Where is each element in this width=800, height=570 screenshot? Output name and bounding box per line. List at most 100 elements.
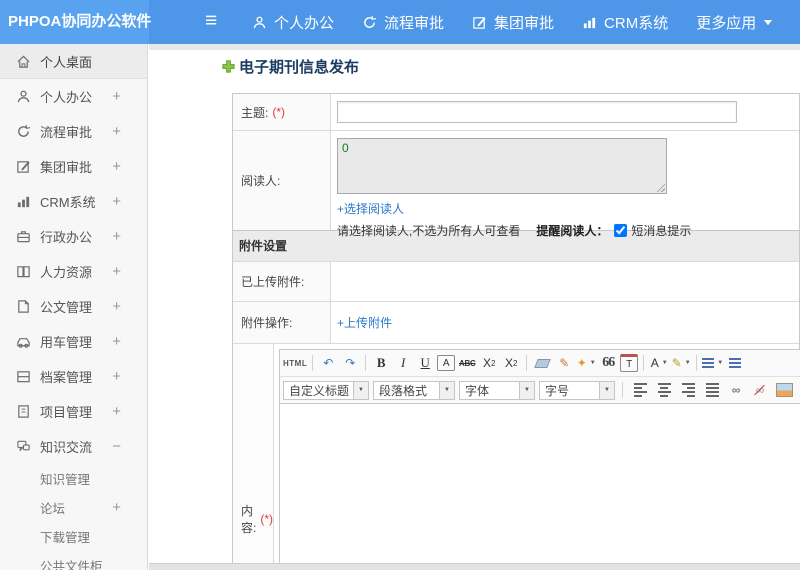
readers-textarea[interactable]: 0 [337,138,667,194]
undo-button[interactable]: ↶ [318,353,338,373]
toolbar-separator [365,355,367,371]
expand-icon[interactable]: + [112,158,121,175]
strikethrough-button[interactable]: ABC [457,353,477,373]
insert-image-button[interactable] [774,380,794,400]
font-family-select[interactable]: 字体 ▼ [459,380,535,400]
select-readers-link[interactable]: +选择阅读人 [337,200,404,217]
expand-icon[interactable]: + [112,333,121,350]
page-title-text: 电子期刊信息发布 [239,59,360,76]
resize-handle[interactable] [656,183,665,192]
subscript-button[interactable]: X2 [501,353,521,373]
horizontal-scrollbar[interactable] [149,563,800,570]
toolbar-separator [643,355,645,371]
sidebar-item-label: 流程审批 [40,125,93,140]
heading-select[interactable]: 自定义标题 ▼ [283,380,369,400]
italic-button[interactable]: I [393,353,413,373]
nav-item-label: 集团审批 [494,14,555,32]
content-label: 内容: (*) [233,344,274,570]
collapse-icon[interactable]: − [112,438,121,455]
hamburger-menu-icon[interactable]: ≡ [205,0,217,44]
subject-input[interactable] [337,101,737,123]
sidebar-item-CRM系统[interactable]: CRM系统 + [0,184,147,219]
expand-icon[interactable]: + [112,263,121,280]
sidebar-item-label: 论坛 [40,502,66,516]
align-justify-button[interactable] [702,380,722,400]
add-icon [222,60,235,73]
expand-icon[interactable]: + [112,88,121,105]
nav-item-label: 更多应用 [696,14,757,32]
sidebar-item-知识交流[interactable]: 知识交流 − [0,429,147,464]
attachment-op-label: 附件操作: [233,302,331,343]
expand-icon[interactable]: + [112,193,121,210]
nav-item-集团审批[interactable]: 集团审批 [472,12,554,33]
select-label: 段落格式 [379,383,428,398]
unordered-list-button[interactable] [725,353,745,373]
sidebar-item-下载管理[interactable]: 下载管理 [0,522,147,551]
align-right-button[interactable] [678,380,698,400]
expand-icon[interactable]: + [112,298,121,315]
nav-item-label: 流程审批 [384,14,445,32]
expand-icon[interactable]: + [112,228,121,245]
main-content: 电子期刊信息发布 主题: (*) 阅读人: 0 +选择阅读人 请选择阅读人,不选… [149,44,800,570]
nav-item-label: 个人办公 [274,14,335,32]
sidebar-item-档案管理[interactable]: 档案管理 + [0,359,147,394]
attachment-section-header: 附件设置 [233,230,799,262]
sidebar-item-label: 下载管理 [40,531,91,545]
eraser-button[interactable] [532,353,552,373]
autoclean-button[interactable]: ✦ ▼ [576,353,596,373]
insert-date-button[interactable]: T [620,354,639,372]
sidebar-item-集团审批[interactable]: 集团审批 + [0,149,147,184]
font-color-button[interactable]: A ▼ [649,353,669,373]
user-icon [15,89,31,105]
upload-attachment-link[interactable]: +上传附件 [337,314,392,331]
expand-icon[interactable]: + [112,403,121,420]
sidebar-item-行政办公[interactable]: 行政办公 + [0,219,147,254]
notebook-icon [15,404,31,420]
link-button[interactable]: ∞ [726,380,746,400]
sidebar-item-label: 知识交流 [40,440,93,455]
bold-button[interactable]: B [371,353,391,373]
sidebar-item-公文管理[interactable]: 公文管理 + [0,289,147,324]
expand-icon[interactable]: + [112,123,121,140]
paragraph-format-select[interactable]: 段落格式 ▼ [373,380,455,400]
format-brush-button[interactable]: ✎ [554,353,574,373]
blockquote-button[interactable]: 66 [598,353,618,373]
top-header: PHPOA协同办公软件 ≡ 个人办公 流程审批 集团审批 CRM系统 更多应用 [0,0,800,44]
superscript-button[interactable]: X2 [479,353,499,373]
sidebar-item-论坛[interactable]: 论坛 + [0,493,147,522]
sidebar-item-知识管理[interactable]: 知识管理 [0,464,147,493]
font-size-select[interactable]: 字号 ▼ [539,380,615,400]
sidebar-item-公共文件柜[interactable]: 公共文件柜 [0,551,147,570]
editor-toolbar-row1: HTML ↶ ↷ B I U A ABC X 2 X 2 ✎ ✦ ▼ 66 T A ▼ ✎ ▼ ▼ [280,350,800,377]
font-box-button[interactable]: A [437,355,456,371]
expand-icon[interactable]: + [112,368,121,385]
sidebar-item-个人桌面[interactable]: 个人桌面 [0,44,147,79]
toolbar-separator [696,355,698,371]
sidebar-item-label: 公共文件柜 [40,560,103,570]
nav-item-个人办公[interactable]: 个人办公 [252,12,334,33]
nav-item-流程审批[interactable]: 流程审批 [362,12,444,33]
sidebar-item-个人办公[interactable]: 个人办公 + [0,79,147,114]
expand-icon[interactable]: + [112,499,121,516]
nav-item-CRM系统[interactable]: CRM系统 [582,12,668,33]
align-left-button[interactable] [630,380,650,400]
unlink-button[interactable]: ∞ [750,380,770,400]
redo-button[interactable]: ↷ [340,353,360,373]
sidebar-item-人力资源[interactable]: 人力资源 + [0,254,147,289]
sidebar-item-用车管理[interactable]: 用车管理 + [0,324,147,359]
highlight-button[interactable]: ✎ ▼ [671,353,691,373]
sidebar-item-项目管理[interactable]: 项目管理 + [0,394,147,429]
html-source-button[interactable]: HTML [283,353,307,373]
user-icon [252,15,267,30]
select-label: 字号 [545,383,570,398]
editor-content-area[interactable] [280,404,800,570]
sidebar-item-流程审批[interactable]: 流程审批 + [0,114,147,149]
align-center-button[interactable] [654,380,674,400]
sidebar: 个人桌面 个人办公 + 流程审批 + 集团审批 + CRM系统 + 行政办公 + 人力资源 + 公文管理 +… [0,44,148,570]
ordered-list-button[interactable]: ▼ [702,353,723,373]
underline-button[interactable]: U [415,353,435,373]
sidebar-item-label: CRM系统 [40,195,96,210]
nav-item-更多应用[interactable]: 更多应用 [696,12,773,33]
doc-icon [15,299,31,315]
car-icon [15,334,31,350]
